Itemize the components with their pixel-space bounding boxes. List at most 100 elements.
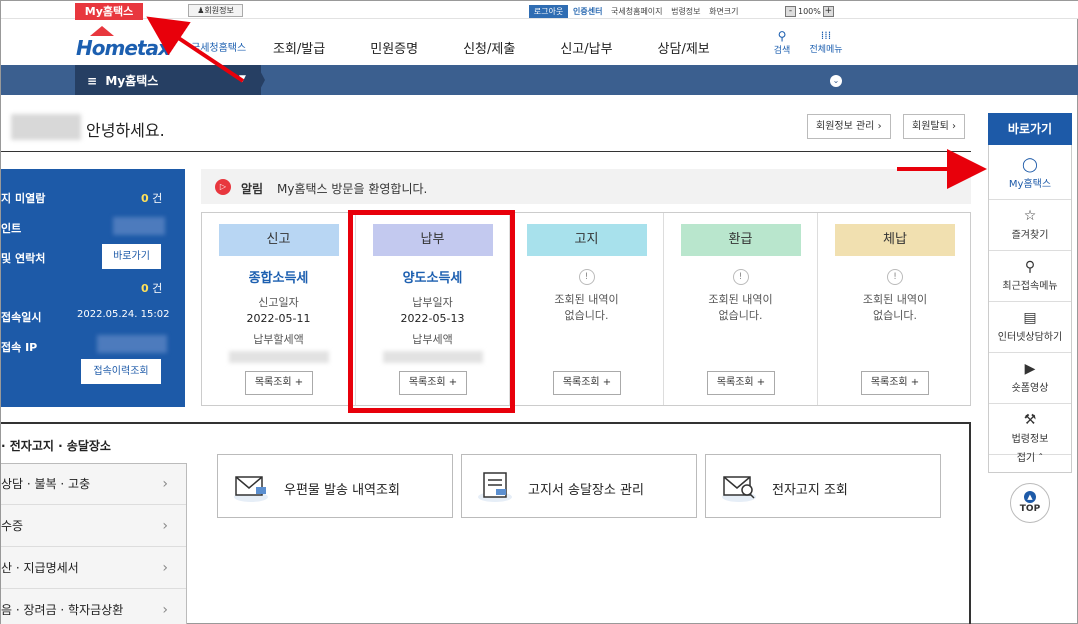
list-view-button[interactable]: 목록조회 + bbox=[553, 371, 621, 395]
nav-title: My홈택스 bbox=[105, 74, 159, 88]
status-header-refund: 환급 bbox=[680, 224, 801, 256]
list-item[interactable]: 산 · 지급명세서 › bbox=[1, 548, 186, 589]
unread-count[interactable]: 0 건 bbox=[141, 190, 162, 206]
list-item-label: 산 · 지급명세서 bbox=[1, 561, 79, 575]
withdraw-button[interactable]: 회원탈퇴 › bbox=[903, 114, 965, 139]
list-view-button[interactable]: 목록조회 + bbox=[861, 371, 929, 395]
status-sub-label: 신고일자 bbox=[258, 296, 299, 309]
header-search-button[interactable]: ⚲ 검색 bbox=[771, 29, 793, 56]
logout-button[interactable]: 로그아웃 bbox=[529, 5, 568, 18]
search-icon: ⚲ bbox=[777, 29, 787, 43]
expand-down-icon[interactable]: ⌄ bbox=[830, 75, 842, 87]
link-cert-center[interactable]: 인증센터 bbox=[573, 7, 602, 16]
withdraw-label: 회원탈퇴 bbox=[912, 121, 949, 132]
gnb-item-inquiry[interactable]: 조회/발급 bbox=[273, 38, 325, 57]
count-value: 0 bbox=[141, 282, 149, 295]
fold-label: 접기 bbox=[1016, 453, 1036, 464]
gnb-item-report-pay[interactable]: 신고/납부 bbox=[560, 38, 612, 57]
bottom-section-title: · 전자고지 · 송달장소 bbox=[1, 439, 111, 453]
chevron-right-icon: › bbox=[162, 560, 168, 576]
empty-line1: 조회된 내역이 bbox=[862, 293, 928, 306]
notice-label: 알림 bbox=[241, 182, 264, 196]
quick-item-law[interactable]: ⚒ 법령정보 bbox=[989, 405, 1071, 455]
caret-down-icon[interactable]: ▼ bbox=[239, 74, 246, 84]
unread-value: 0 bbox=[141, 192, 149, 205]
link-nts-home[interactable]: 국세청홈페이지 bbox=[611, 7, 663, 16]
nav-menu-label: ≡ My홈택스 bbox=[87, 72, 158, 89]
card-label: 우편물 발송 내역조회 bbox=[284, 483, 400, 498]
header-all-menu-button[interactable]: ⁞⁞⁞ 전체메뉴 bbox=[806, 29, 846, 55]
gnb-item-certificate[interactable]: 민원증명 bbox=[370, 38, 418, 57]
gnb-item-consult[interactable]: 상담/제보 bbox=[658, 38, 710, 57]
empty-message: 조회된 내역이 없습니다. bbox=[818, 292, 972, 324]
logo-subtitle: 국세청홈택스 bbox=[191, 43, 247, 54]
quick-menu-header: 바로가기 bbox=[988, 113, 1072, 145]
contact-shortcut-button[interactable]: 바로가기 bbox=[102, 244, 161, 269]
zoom-control: - 100% + bbox=[785, 5, 834, 18]
quick-item-my-hometax[interactable]: ◯ My홈택스 bbox=[989, 150, 1071, 200]
quick-item-online-consult[interactable]: ▤ 인터넷상담하기 bbox=[989, 303, 1071, 353]
tax-status-panel: 신고 종합소득세 신고일자 2022-05-11 납부할세액 목록조회 + 납부… bbox=[201, 212, 971, 406]
zoom-out-button[interactable]: - bbox=[785, 6, 796, 17]
user-summary-panel: 지 미열람 0 건 인트 및 연락처 바로가기 0 건 접속일시 2022.05… bbox=[1, 169, 185, 407]
arrow-up-icon: ▲ bbox=[1024, 491, 1036, 503]
status-header-notice: 고지 bbox=[526, 224, 647, 256]
info-icon: ! bbox=[887, 269, 903, 285]
point-label: 인트 bbox=[1, 222, 22, 235]
status-amount-label: 납부할세액 bbox=[253, 333, 304, 346]
quick-item-label: 숏폼영상 bbox=[1011, 383, 1049, 394]
empty-line2: 없습니다. bbox=[718, 309, 763, 322]
card-electronic-notice[interactable]: 전자고지 조회 bbox=[705, 454, 941, 518]
card-label: 고지서 송달장소 관리 bbox=[528, 483, 644, 498]
quick-menu: 바로가기 ◯ My홈택스 ☆ 즐겨찾기 ⚲ 최근접속메뉴 ▤ 인터넷상담하기 ▶ 숏폼영상… bbox=[988, 113, 1072, 473]
unread-label: 지 미열람 bbox=[1, 192, 46, 205]
gavel-icon: ⚒ bbox=[1023, 412, 1037, 428]
logo-text: Hometax bbox=[76, 36, 171, 60]
blurred-username bbox=[11, 114, 81, 140]
empty-line1: 조회된 내역이 bbox=[708, 293, 773, 306]
grid-menu-icon: ⁞⁞⁞ bbox=[820, 29, 832, 42]
list-item[interactable]: 상담 · 불복 · 고충 › bbox=[1, 464, 186, 505]
list-view-button[interactable]: 목록조회 + bbox=[245, 371, 313, 395]
empty-line1: 조회된 내역이 bbox=[554, 293, 619, 306]
card-delivery-address[interactable]: 고지서 송달장소 관리 bbox=[461, 454, 697, 518]
list-item[interactable]: 음 · 장려금 · 학자금상환 › bbox=[1, 590, 186, 624]
search-label: 검색 bbox=[773, 46, 791, 56]
quick-item-shortform[interactable]: ▶ 숏폼영상 bbox=[989, 354, 1071, 404]
utility-links: 인증센터 국세청홈페이지 법령정보 화면크기 bbox=[573, 5, 745, 18]
member-info-button[interactable]: ♟회원정보 bbox=[188, 4, 243, 17]
list-view-button[interactable]: 목록조회 + bbox=[707, 371, 775, 395]
quick-item-recent[interactable]: ⚲ 최근접속메뉴 bbox=[989, 252, 1071, 302]
star-icon: ☆ bbox=[1023, 208, 1037, 224]
status-col-notice: 고지 ! 조회된 내역이 없습니다. 목록조회 + bbox=[510, 213, 664, 405]
quick-item-label: 즐겨찾기 bbox=[1011, 230, 1049, 241]
card-mail-history[interactable]: 우편물 발송 내역조회 bbox=[217, 454, 453, 518]
greeting-text: 안녕하세요. bbox=[86, 121, 165, 140]
member-info-label: 회원정보 bbox=[204, 6, 234, 15]
count-row[interactable]: 0 건 bbox=[141, 280, 162, 296]
scroll-top-button[interactable]: ▲ TOP bbox=[1010, 483, 1050, 523]
quick-item-label: My홈택스 bbox=[1008, 179, 1052, 190]
access-history-button[interactable]: 접속이력조회 bbox=[81, 359, 161, 384]
quick-menu-fold[interactable]: 접기 ˆ bbox=[989, 449, 1071, 464]
quick-item-label: 인터넷상담하기 bbox=[997, 332, 1063, 343]
hometax-logo[interactable]: Hometax bbox=[76, 26, 186, 62]
gnb-item-apply[interactable]: 신청/제출 bbox=[463, 38, 515, 57]
list-item[interactable]: 수증 › bbox=[1, 506, 186, 547]
link-law-info[interactable]: 법령정보 bbox=[671, 7, 700, 16]
unread-unit: 건 bbox=[152, 192, 163, 205]
empty-message: 조회된 내역이없습니다. bbox=[664, 292, 817, 324]
quick-item-label: 최근접속메뉴 bbox=[1002, 281, 1058, 292]
myhome-tab[interactable]: My홈택스 bbox=[75, 3, 143, 20]
member-manage-button[interactable]: 회원정보 관리 › bbox=[807, 114, 891, 139]
status-title[interactable]: 종합소득세 bbox=[202, 267, 355, 286]
chevron-right-icon: › bbox=[162, 476, 168, 492]
quick-item-favorites[interactable]: ☆ 즐겨찾기 bbox=[989, 201, 1071, 251]
last-access-value: 2022.05.24. 15:02 bbox=[77, 309, 170, 320]
zoom-in-button[interactable]: + bbox=[822, 6, 834, 17]
megaphone-icon: ▷ bbox=[215, 179, 231, 195]
chevron-right-icon: › bbox=[162, 518, 168, 534]
notice-text: My홈택스 방문을 환영합니다. bbox=[277, 182, 428, 196]
play-icon: ▶ bbox=[1024, 361, 1036, 377]
highlight-box bbox=[348, 210, 515, 413]
